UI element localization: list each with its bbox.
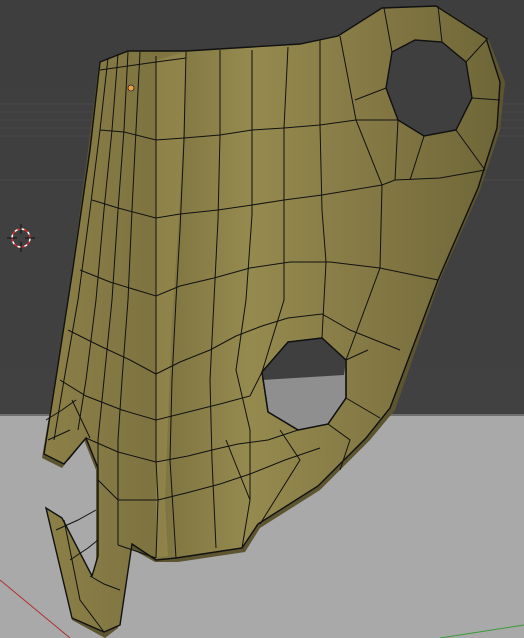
- viewport-canvas[interactable]: [0, 0, 524, 638]
- object-origin-icon[interactable]: [127, 84, 135, 92]
- 3d-viewport[interactable]: [0, 0, 524, 638]
